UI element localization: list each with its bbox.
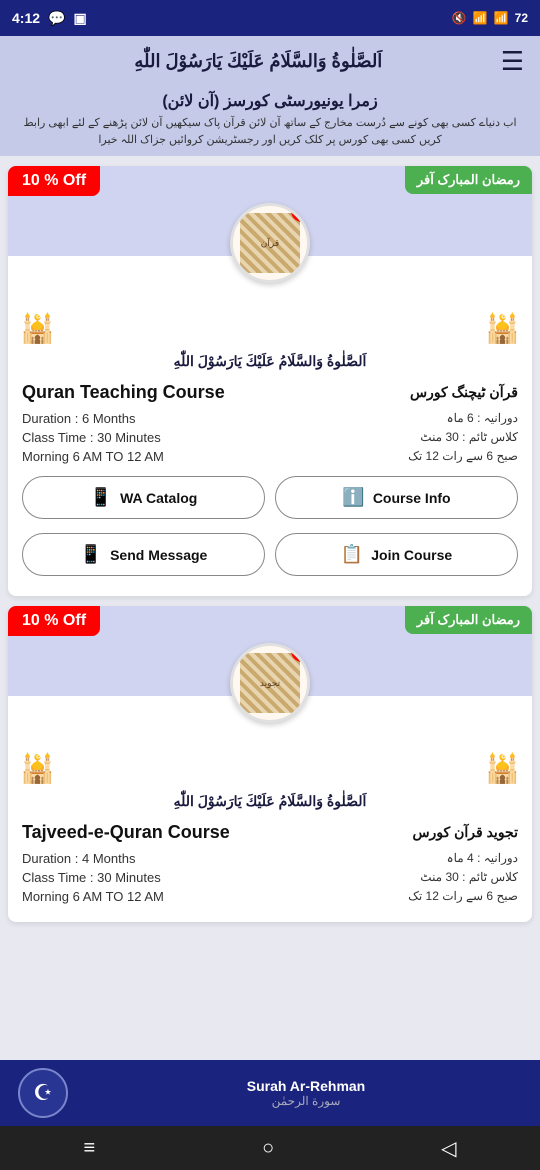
card-top-1: 10 % Off قرآن 1 رمضان المبارک آفر	[8, 166, 532, 256]
circle-num-2: 2	[291, 643, 310, 662]
sub-header-urdu: زمرا یونیورسٹی کورسز (آن لائن)	[16, 91, 524, 111]
course-card-1: 10 % Off قرآن 1 رمضان المبارک آفر 🕌 🕌 اَ…	[8, 166, 532, 596]
hamburger-icon[interactable]: ☰	[501, 46, 524, 77]
card-info-ur-morning-1: صبح 6 سے رات 12 تک	[408, 449, 518, 464]
header-arabic: اَلصَّلٰوةُ وَالسَّلَامُ عَلَيْكَ يَارَس…	[16, 51, 501, 72]
cards-container: 10 % Off قرآن 1 رمضان المبارک آفر 🕌 🕌 اَ…	[0, 166, 540, 1062]
mosque-right-icon-1: 🕌	[485, 312, 520, 345]
badge-off-2: 10 % Off	[8, 606, 100, 636]
card-circle-1: قرآن 1	[230, 203, 310, 283]
card-info-ur-duration-2: دورانیہ : 4 ماہ	[447, 851, 518, 866]
mosque-right-icon-2: 🕌	[485, 752, 520, 785]
signal-icon: 📶	[494, 11, 509, 25]
card-info-ur-duration-1: دورانیہ : 6 ماہ	[447, 411, 518, 426]
nav-home-icon[interactable]: ○	[262, 1137, 274, 1160]
card-info-en-classtime-1: Class Time : 30 Minutes	[22, 430, 161, 445]
sub-header-desc: اب دنیاے کسی بھی کونے سے دُرست مخارج کے …	[16, 115, 524, 148]
note-icon-1: 📋	[341, 544, 363, 565]
send-message-button-1[interactable]: 📱 Send Message	[22, 533, 265, 576]
card-info-duration-2: Duration : 4 Months دورانیہ : 4 ماہ	[8, 849, 532, 868]
nav-back-icon[interactable]: ◁	[441, 1136, 456, 1161]
surah-title: Surah Ar-Rehman	[247, 1078, 366, 1094]
card-circle-2: تجوید 2	[230, 643, 310, 723]
card-info-ur-morning-2: صبح 6 سے رات 12 تک	[408, 889, 518, 904]
card-info-en-classtime-2: Class Time : 30 Minutes	[22, 870, 161, 885]
card-buttons-row1-1: 📱 WA Catalog ℹ️ Course Info	[8, 466, 532, 523]
card-info-ur-classtime-1: کلاس ٹائم : 30 منٹ	[420, 430, 518, 445]
android-nav-bar: ≡ ○ ◁	[0, 1126, 540, 1170]
join-course-button-1[interactable]: 📋 Join Course	[275, 533, 518, 576]
badge-ramadan-2: رمضان المبارک آفر	[405, 606, 532, 634]
whatsapp-msg-icon-1: 📱	[80, 544, 102, 565]
surah-icon: ☪	[18, 1068, 68, 1118]
card-arabic-2: اَلصَّلٰوةُ وَالسَّلَامُ عَلَيْكَ يَارَس…	[8, 793, 532, 816]
card-info-ur-classtime-2: کلاس ٹائم : 30 منٹ	[420, 870, 518, 885]
status-time: 4:12	[12, 10, 40, 26]
badge-off-1: 10 % Off	[8, 166, 100, 196]
card-top-2: 10 % Off تجوید 2 رمضان المبارک آفر	[8, 606, 532, 696]
card-arabic-1: اَلصَّلٰوةُ وَالسَّلَامُ عَلَيْكَ يَارَس…	[8, 353, 532, 376]
surah-text: Surah Ar-Rehman سورة الرحمٰن	[80, 1078, 532, 1108]
wa-catalog-button-1[interactable]: 📱 WA Catalog	[22, 476, 265, 519]
whatsapp-icon-1: 📱	[90, 487, 112, 508]
card-title-row-2: Tajveed-e-Quran Course تجوید قرآن کورس	[8, 816, 532, 849]
card-info-duration-1: Duration : 6 Months دورانیہ : 6 ماہ	[8, 409, 532, 428]
bottom-bar-content: ☪ Surah Ar-Rehman سورة الرحمٰن	[8, 1068, 532, 1118]
battery-level: 72	[515, 11, 528, 25]
card-title-row-1: Quran Teaching Course قرآن ٹیچنگ کورس	[8, 376, 532, 409]
card-info-classtime-1: Class Time : 30 Minutes کلاس ٹائم : 30 م…	[8, 428, 532, 447]
circle-num-1: 1	[291, 203, 310, 222]
surah-subtitle: سورة الرحمٰن	[272, 1094, 341, 1108]
course-image-2: تجوید	[240, 653, 300, 713]
status-bar: 4:12 💬 ▣ 🔇 📶 📶 72	[0, 0, 540, 36]
mosque-icons-2: 🕌 🕌	[8, 744, 532, 793]
card-info-en-duration-1: Duration : 6 Months	[22, 411, 135, 426]
card-info-en-duration-2: Duration : 4 Months	[22, 851, 135, 866]
mosque-left-icon-1: 🕌	[20, 312, 55, 345]
screen-icon: ▣	[73, 10, 86, 27]
nav-menu-icon[interactable]: ≡	[83, 1137, 95, 1160]
card-title-en-2: Tajveed-e-Quran Course	[22, 822, 230, 843]
card-info-morning-1: Morning 6 AM TO 12 AM صبح 6 سے رات 12 تک	[8, 447, 532, 466]
mosque-left-icon-2: 🕌	[20, 752, 55, 785]
card-info-classtime-2: Class Time : 30 Minutes کلاس ٹائم : 30 م…	[8, 868, 532, 887]
card-info-morning-2: Morning 6 AM TO 12 AM صبح 6 سے رات 12 تک	[8, 887, 532, 906]
card-title-ur-2: تجوید قرآن کورس	[412, 824, 518, 841]
whatsapp-status-icon: 💬	[48, 10, 65, 27]
mosque-icons-1: 🕌 🕌	[8, 304, 532, 353]
card-title-ur-1: قرآن ٹیچنگ کورس	[410, 384, 518, 401]
card-buttons-row2-1: 📱 Send Message 📋 Join Course	[8, 523, 532, 580]
info-icon-1: ℹ️	[342, 487, 364, 508]
card-info-en-morning-2: Morning 6 AM TO 12 AM	[22, 889, 164, 904]
wifi-icon: 📶	[473, 11, 488, 25]
mute-icon: 🔇	[452, 11, 467, 25]
badge-ramadan-1: رمضان المبارک آفر	[405, 166, 532, 194]
course-image-1: قرآن	[240, 213, 300, 273]
course-card-2: 10 % Off تجوید 2 رمضان المبارک آفر 🕌 🕌 ا…	[8, 606, 532, 922]
course-info-button-1[interactable]: ℹ️ Course Info	[275, 476, 518, 519]
bottom-player-bar[interactable]: ☪ Surah Ar-Rehman سورة الرحمٰن	[0, 1060, 540, 1126]
sub-header: زمرا یونیورسٹی کورسز (آن لائن) اب دنیاے …	[0, 87, 540, 156]
card-title-en-1: Quran Teaching Course	[22, 382, 225, 403]
card-info-en-morning-1: Morning 6 AM TO 12 AM	[22, 449, 164, 464]
app-header: اَلصَّلٰوةُ وَالسَّلَامُ عَلَيْكَ يَارَس…	[0, 36, 540, 87]
